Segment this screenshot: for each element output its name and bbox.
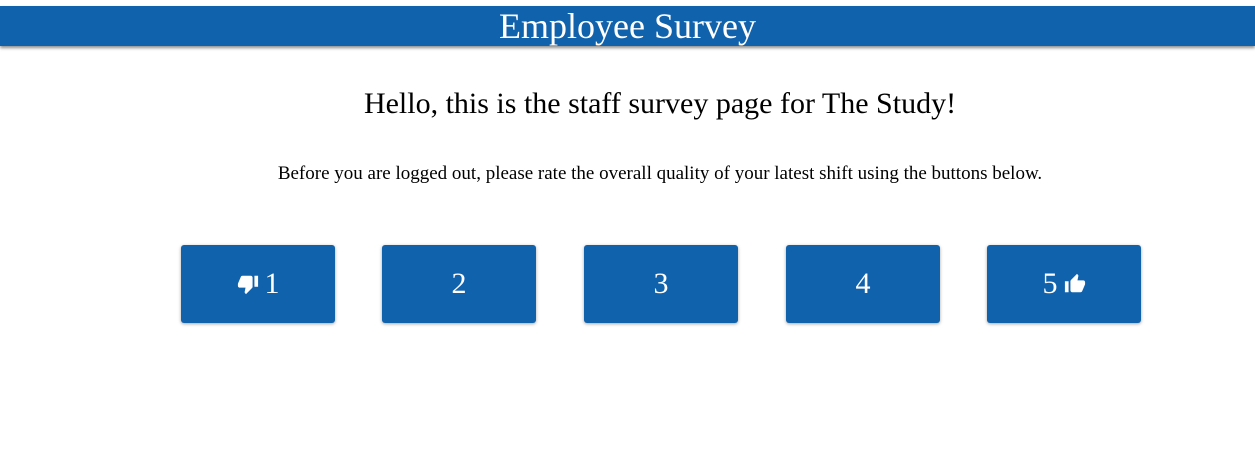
rating-button-1[interactable]: 1 — [181, 245, 335, 323]
rating-button-5[interactable]: 5 — [987, 245, 1141, 323]
header-bar: Employee Survey — [0, 6, 1255, 46]
rating-button-label: 1 — [264, 267, 280, 300]
thumbs-up-icon — [1064, 273, 1086, 295]
instructions-text: Before you are logged out, please rate t… — [277, 163, 1043, 184]
page-title: Employee Survey — [499, 6, 756, 46]
rating-button-3[interactable]: 3 — [584, 245, 738, 323]
rating-button-label: 2 — [451, 267, 467, 300]
rating-button-label: 3 — [653, 267, 669, 300]
rating-button-label: 4 — [855, 267, 871, 300]
rating-button-group: 1 2 3 4 5 — [0, 245, 1255, 323]
rating-button-4[interactable]: 4 — [786, 245, 940, 323]
rating-button-label: 5 — [1042, 267, 1058, 300]
rating-button-2[interactable]: 2 — [382, 245, 536, 323]
greeting-text: Hello, this is the staff survey page for… — [363, 87, 957, 120]
thumbs-down-icon — [237, 273, 259, 295]
